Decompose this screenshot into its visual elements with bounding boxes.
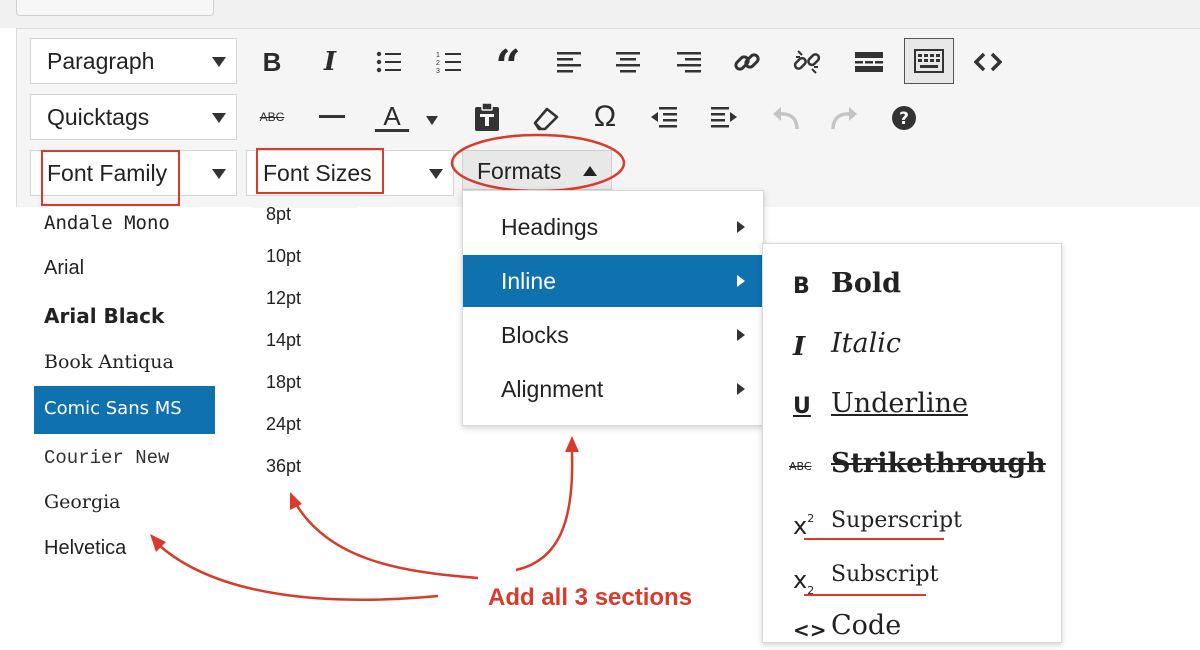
annotation-arrows: [150, 436, 579, 601]
annotation-text: Add all 3 sections: [488, 584, 693, 611]
